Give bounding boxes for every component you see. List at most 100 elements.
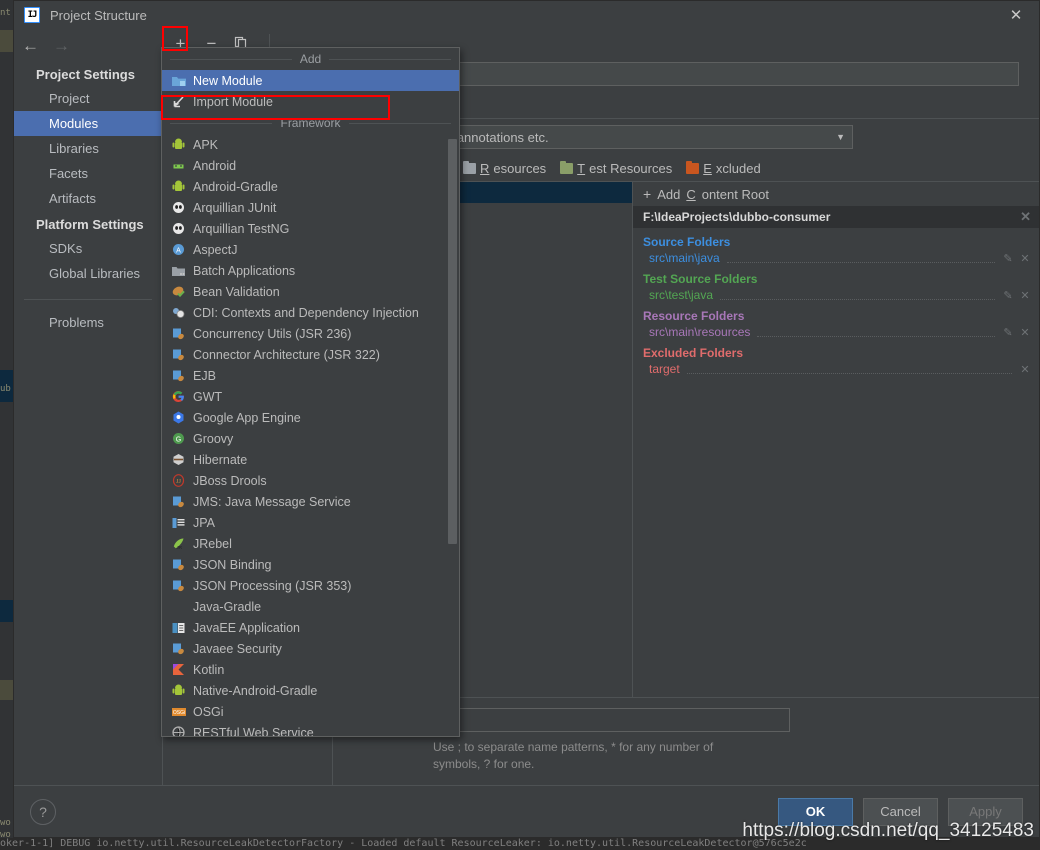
sidebar-item-libraries[interactable]: Libraries	[14, 136, 162, 161]
sidebar-item-project[interactable]: Project	[14, 86, 162, 111]
framework-item[interactable]: Concurrency Utils (JSR 236)	[162, 323, 459, 344]
android-icon	[171, 179, 186, 194]
framework-item-label: JBoss Drools	[193, 473, 267, 488]
sidebar-group-project-settings: Project Settings	[36, 67, 135, 82]
framework-scrollbar-thumb[interactable]	[448, 139, 457, 544]
menu-item-new-module-label: New Module	[193, 73, 263, 88]
settings-sidebar: ← → Project Settings Project Modules Lib…	[14, 29, 162, 785]
remove-folder-icon[interactable]: ✕	[1019, 252, 1031, 265]
framework-item[interactable]: Java-Gradle	[162, 596, 459, 617]
menu-item-new-module[interactable]: New Module	[162, 70, 459, 91]
test-source-folders-title: Test Source Folders	[643, 272, 758, 286]
add-content-root-button[interactable]: + Add Content Root	[633, 182, 1039, 206]
background-chunk-4	[0, 680, 13, 700]
framework-item[interactable]: Google App Engine	[162, 407, 459, 428]
jsr-icon	[171, 557, 186, 572]
exclude-files-hint: Use ; to separate name patterns, * for a…	[433, 740, 714, 771]
framework-item[interactable]: Android	[162, 155, 459, 176]
edit-pencil-icon[interactable]: ✎	[1002, 326, 1014, 339]
framework-item[interactable]: CDI: Contexts and Dependency Injection	[162, 302, 459, 323]
sidebar-item-facets[interactable]: Facets	[14, 161, 162, 186]
mark-excluded[interactable]: Excluded	[686, 160, 761, 176]
arrow-left-icon[interactable]: ←	[22, 37, 39, 54]
batch-icon	[171, 263, 186, 278]
framework-item[interactable]: OSGi OSGi	[162, 701, 459, 722]
remove-folder-icon[interactable]: ✕	[1019, 363, 1031, 376]
framework-item[interactable]: Bean Validation	[162, 281, 459, 302]
sidebar-item-modules[interactable]: Modules	[14, 111, 162, 136]
svg-text:JJ: JJ	[176, 478, 182, 485]
source-folder-path: src\main\java	[649, 251, 720, 265]
sidebar-item-global-libraries[interactable]: Global Libraries	[14, 261, 162, 286]
framework-item-label: Concurrency Utils (JSR 236)	[193, 326, 352, 341]
mark-resources[interactable]: Resources	[463, 160, 546, 176]
screen: nt ub wo wo oker-1-1] DEBUG io.netty.uti…	[0, 0, 1040, 850]
sidebar-item-sdks[interactable]: SDKs	[14, 236, 162, 261]
sidebar-item-artifacts[interactable]: Artifacts	[14, 186, 162, 211]
mark-test-resources[interactable]: Test Resources	[560, 160, 672, 176]
exclude-files-input[interactable]	[429, 708, 790, 732]
framework-item[interactable]: EJB	[162, 365, 459, 386]
framework-item[interactable]: A AspectJ	[162, 239, 459, 260]
excluded-folder-path: target	[649, 362, 680, 376]
arrow-right-icon[interactable]: →	[53, 37, 70, 54]
framework-item[interactable]: Arquillian JUnit	[162, 197, 459, 218]
framework-item[interactable]: Hibernate	[162, 449, 459, 470]
mark-resources-key: R	[480, 160, 490, 176]
framework-item-label: JPA	[193, 515, 215, 530]
jpa-icon	[171, 515, 186, 530]
framework-item[interactable]: APK	[162, 134, 459, 155]
osgi-icon: OSGi	[171, 704, 186, 719]
menu-item-import-module-label: Import Module	[193, 94, 273, 109]
framework-item[interactable]: Android-Gradle	[162, 176, 459, 197]
framework-item[interactable]: RESTful Web Service	[162, 722, 459, 736]
add-content-root-label-post: ontent Root	[701, 186, 769, 202]
framework-item[interactable]: Kotlin	[162, 659, 459, 680]
arquillian-icon	[171, 221, 186, 236]
framework-item[interactable]: Javaee Security	[162, 638, 459, 659]
close-icon[interactable]: ✕	[993, 1, 1039, 29]
module-name-input[interactable]: nsumer	[362, 62, 1019, 86]
edit-pencil-icon[interactable]: ✎	[1002, 252, 1014, 265]
remove-content-root-icon[interactable]: ✕	[1020, 209, 1031, 225]
framework-item[interactable]: JSON Binding	[162, 554, 459, 575]
android-head-icon	[171, 158, 186, 173]
framework-item[interactable]: JPA	[162, 512, 459, 533]
framework-scrollbar-track[interactable]	[448, 134, 458, 736]
chevron-down-icon: ▼	[836, 132, 845, 142]
arquillian-icon	[171, 200, 186, 215]
remove-folder-icon[interactable]: ✕	[1019, 289, 1031, 302]
framework-item[interactable]: JJ JBoss Drools	[162, 470, 459, 491]
edit-pencil-icon[interactable]: ✎	[1002, 289, 1014, 302]
framework-item[interactable]: Batch Applications	[162, 260, 459, 281]
mark-excluded-key: E	[703, 160, 712, 176]
source-folders-group: Source Folders src\main\java ✎ ✕	[633, 228, 1039, 265]
background-tag-mid: ub	[0, 384, 11, 394]
framework-list[interactable]: APK Android Android-Gradle Arquillian JUnit…	[162, 134, 459, 736]
content-root-detail: + Add Content Root F:\IdeaProjects\dubbo…	[633, 182, 1039, 697]
framework-item-label: JSON Binding	[193, 557, 272, 572]
jsr-icon	[171, 494, 186, 509]
jsr-icon	[171, 347, 186, 362]
framework-item[interactable]: JMS: Java Message Service	[162, 491, 459, 512]
framework-item[interactable]: JavaEE Application	[162, 617, 459, 638]
module-folder-icon	[171, 73, 186, 88]
menu-item-import-module[interactable]: Import Module	[162, 91, 459, 112]
framework-item-label: APK	[193, 137, 219, 152]
popup-section-framework: Framework	[162, 112, 459, 134]
sidebar-item-problems[interactable]: Problems	[14, 310, 162, 335]
framework-item[interactable]: Native-Android-Gradle	[162, 680, 459, 701]
sidebar-group-platform-settings: Platform Settings	[36, 217, 144, 232]
svg-text:JR: JR	[177, 545, 183, 550]
framework-item[interactable]: JSON Processing (JSR 353)	[162, 575, 459, 596]
svg-text:A: A	[176, 248, 181, 255]
framework-item[interactable]: JR JRebel	[162, 533, 459, 554]
dotted-leader	[686, 364, 1012, 374]
remove-folder-icon[interactable]: ✕	[1019, 326, 1031, 339]
help-button[interactable]: ?	[30, 798, 56, 825]
framework-item[interactable]: GWT	[162, 386, 459, 407]
resource-folder-path: src\main\resources	[649, 325, 751, 339]
framework-item[interactable]: Arquillian TestNG	[162, 218, 459, 239]
framework-item[interactable]: Connector Architecture (JSR 322)	[162, 344, 459, 365]
framework-item[interactable]: G Groovy	[162, 428, 459, 449]
